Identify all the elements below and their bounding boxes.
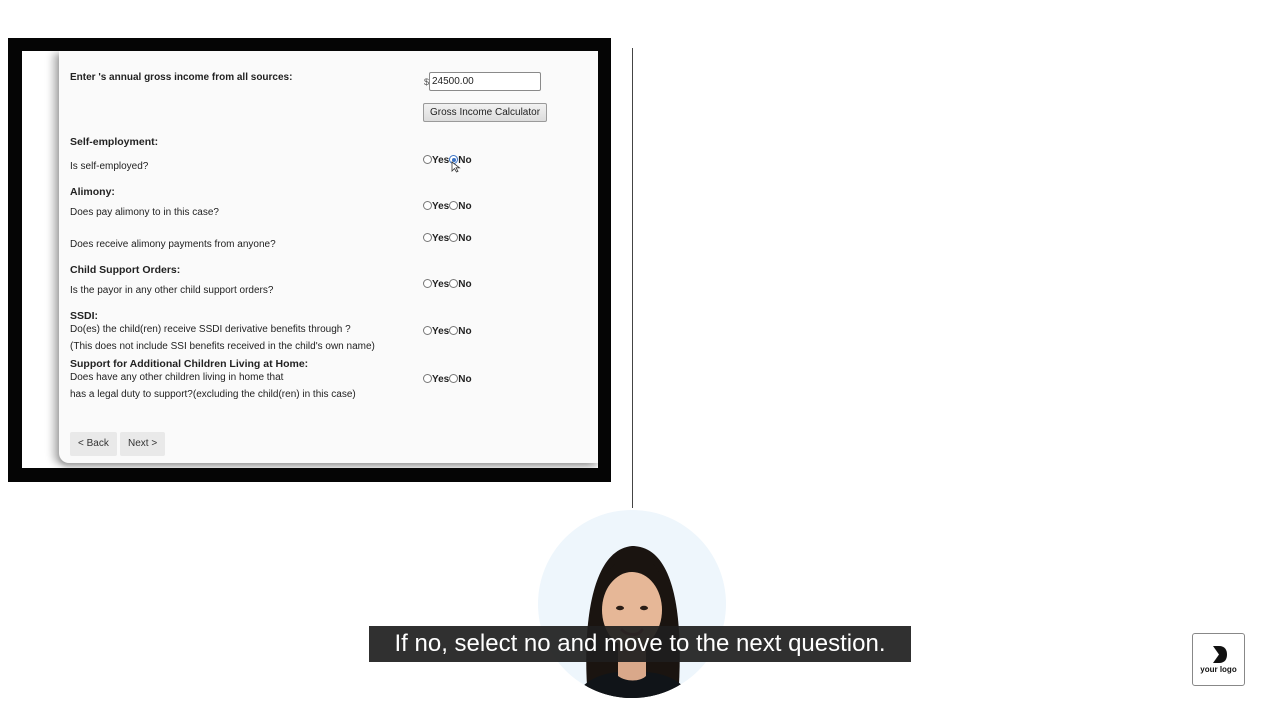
child-support-radio-group: Yes No bbox=[423, 279, 472, 290]
ssdi-radio-group: Yes No bbox=[423, 326, 472, 337]
ssdi-header: SSDI: bbox=[70, 310, 99, 322]
additional-children-radio-group: Yes No bbox=[423, 374, 472, 385]
presenter-video-avatar bbox=[538, 510, 726, 698]
screen-recording-content: Enter 's annual gross income from all so… bbox=[22, 51, 598, 468]
next-button[interactable]: Next > bbox=[120, 432, 166, 456]
annual-income-input[interactable] bbox=[429, 72, 541, 91]
alimony-receive-radio-group: Yes No bbox=[423, 233, 472, 244]
mouse-cursor-icon bbox=[451, 161, 461, 173]
brand-logo: your logo bbox=[1192, 633, 1245, 686]
no-label: No bbox=[458, 374, 472, 385]
yes-label: Yes bbox=[432, 233, 450, 244]
yes-label: Yes bbox=[432, 155, 450, 166]
child-support-no-radio[interactable] bbox=[449, 279, 459, 288]
alimony-pay-no-radio[interactable] bbox=[449, 201, 459, 210]
ssdi-question-line2: (This does not include SSI benefits rece… bbox=[70, 341, 375, 352]
yes-label: Yes bbox=[432, 201, 450, 212]
additional-children-header: Support for Additional Children Living a… bbox=[70, 358, 309, 370]
gross-income-calculator-button[interactable]: Gross Income Calculator bbox=[423, 103, 548, 122]
income-label: Enter 's annual gross income from all so… bbox=[70, 72, 293, 83]
additional-children-yes-radio[interactable] bbox=[423, 374, 432, 383]
child-support-question: Is the payor in any other child support … bbox=[70, 285, 274, 296]
self-employment-header: Self-employment: bbox=[70, 136, 159, 148]
screen-recording-frame: Enter 's annual gross income from all so… bbox=[8, 38, 611, 482]
self-employed-radio-group: Yes No bbox=[423, 155, 472, 166]
alimony-receive-yes-radio[interactable] bbox=[423, 233, 432, 242]
self-employed-question: Is self-employed? bbox=[70, 161, 149, 172]
additional-children-question-line1: Does have any other children living in h… bbox=[70, 372, 284, 383]
additional-children-question-line2: has a legal duty to support?(excluding t… bbox=[70, 389, 356, 400]
yes-label: Yes bbox=[432, 326, 450, 337]
back-button[interactable]: < Back bbox=[70, 432, 117, 456]
yes-label: Yes bbox=[432, 374, 450, 385]
ssdi-yes-radio[interactable] bbox=[423, 326, 432, 335]
no-label: No bbox=[458, 279, 472, 290]
logo-text: your logo bbox=[1200, 665, 1237, 674]
alimony-receive-question: Does receive alimony payments from anyon… bbox=[70, 239, 276, 250]
alimony-pay-question: Does pay alimony to in this case? bbox=[70, 207, 219, 218]
income-form-panel: Enter 's annual gross income from all so… bbox=[59, 51, 598, 463]
yes-label: Yes bbox=[432, 279, 450, 290]
subtitle-caption: If no, select no and move to the next qu… bbox=[369, 626, 911, 662]
child-support-yes-radio[interactable] bbox=[423, 279, 432, 288]
presenter-illustration bbox=[574, 546, 692, 698]
logo-mark-icon bbox=[1213, 646, 1227, 663]
no-label: No bbox=[458, 233, 472, 244]
no-label: No bbox=[458, 201, 472, 212]
child-support-header: Child Support Orders: bbox=[70, 264, 181, 276]
no-label: No bbox=[458, 326, 472, 337]
self-employed-yes-radio[interactable] bbox=[423, 155, 432, 164]
vertical-divider bbox=[632, 48, 633, 508]
additional-children-no-radio[interactable] bbox=[449, 374, 459, 383]
alimony-receive-no-radio[interactable] bbox=[449, 233, 459, 242]
ssdi-question-line1: Do(es) the child(ren) receive SSDI deriv… bbox=[70, 324, 351, 335]
ssdi-no-radio[interactable] bbox=[449, 326, 459, 335]
alimony-pay-radio-group: Yes No bbox=[423, 201, 472, 212]
alimony-pay-yes-radio[interactable] bbox=[423, 201, 432, 210]
alimony-header: Alimony: bbox=[70, 186, 115, 198]
